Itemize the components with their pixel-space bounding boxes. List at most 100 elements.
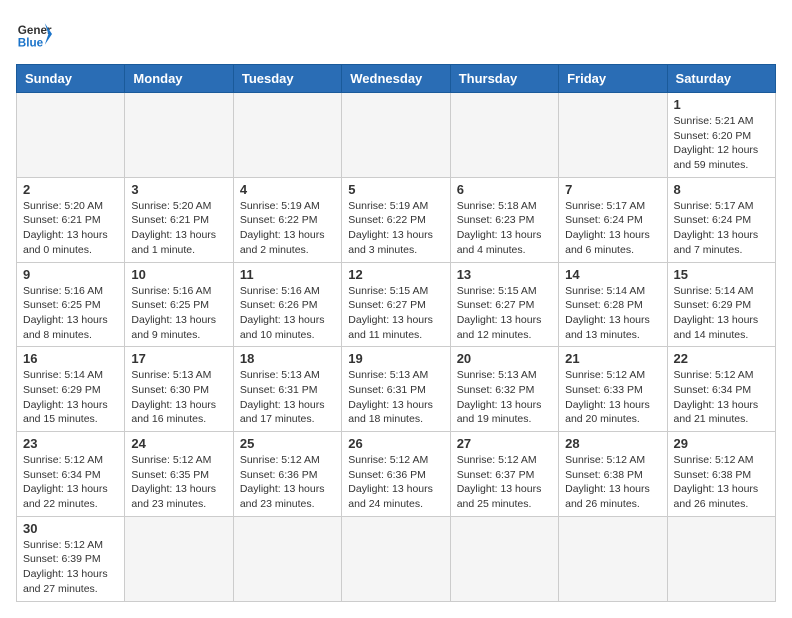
calendar-cell: 1 Sunrise: 5:21 AM Sunset: 6:20 PM Daylig…	[667, 93, 775, 178]
calendar-cell: 22 Sunrise: 5:12 AM Sunset: 6:34 PM Dayli…	[667, 347, 775, 432]
day-info: Sunrise: 5:13 AM Sunset: 6:32 PM Dayligh…	[457, 368, 552, 427]
day-info: Sunrise: 5:14 AM Sunset: 6:29 PM Dayligh…	[23, 368, 118, 427]
day-number: 4	[240, 182, 335, 197]
calendar-cell: 10 Sunrise: 5:16 AM Sunset: 6:25 PM Dayli…	[125, 262, 233, 347]
calendar-cell: 27 Sunrise: 5:12 AM Sunset: 6:37 PM Dayli…	[450, 432, 558, 517]
calendar-cell: 21Sunrise: 5:12 AM Sunset: 6:33 PM Dayli…	[559, 347, 667, 432]
calendar-week-row: 23 Sunrise: 5:12 AM Sunset: 6:34 PM Dayli…	[17, 432, 776, 517]
calendar-cell	[559, 93, 667, 178]
calendar-cell: 3Sunrise: 5:20 AM Sunset: 6:21 PM Daylig…	[125, 177, 233, 262]
day-info: Sunrise: 5:16 AM Sunset: 6:25 PM Dayligh…	[131, 284, 226, 343]
day-number: 23	[23, 436, 118, 451]
day-number: 30	[23, 521, 118, 536]
logo: General Blue	[16, 16, 56, 52]
day-number: 20	[457, 351, 552, 366]
calendar-cell: 13 Sunrise: 5:15 AM Sunset: 6:27 PM Dayli…	[450, 262, 558, 347]
calendar-cell	[450, 93, 558, 178]
calendar-week-row: 30 Sunrise: 5:12 AM Sunset: 6:39 PM Dayli…	[17, 516, 776, 601]
day-number: 11	[240, 267, 335, 282]
calendar-cell: 26 Sunrise: 5:12 AM Sunset: 6:36 PM Dayli…	[342, 432, 450, 517]
day-info: Sunrise: 5:17 AM Sunset: 6:24 PM Dayligh…	[565, 199, 660, 258]
calendar-cell-empty	[342, 516, 450, 601]
day-info: Sunrise: 5:21 AM Sunset: 6:20 PM Dayligh…	[674, 114, 769, 173]
day-number: 22	[674, 351, 769, 366]
day-info: Sunrise: 5:18 AM Sunset: 6:23 PM Dayligh…	[457, 199, 552, 258]
calendar-cell: 19 Sunrise: 5:13 AM Sunset: 6:31 PM Dayli…	[342, 347, 450, 432]
calendar-cell: 17Sunrise: 5:13 AM Sunset: 6:30 PM Dayli…	[125, 347, 233, 432]
calendar-cell: 15Sunrise: 5:14 AM Sunset: 6:29 PM Dayli…	[667, 262, 775, 347]
logo-icon: General Blue	[16, 16, 52, 52]
day-number: 25	[240, 436, 335, 451]
day-info: Sunrise: 5:20 AM Sunset: 6:21 PM Dayligh…	[131, 199, 226, 258]
day-number: 18	[240, 351, 335, 366]
weekday-header-sunday: Sunday	[17, 65, 125, 93]
calendar-cell: 25 Sunrise: 5:12 AM Sunset: 6:36 PM Dayli…	[233, 432, 341, 517]
calendar-week-row: 2Sunrise: 5:20 AM Sunset: 6:21 PM Daylig…	[17, 177, 776, 262]
day-info: Sunrise: 5:12 AM Sunset: 6:34 PM Dayligh…	[23, 453, 118, 512]
svg-text:General: General	[18, 24, 52, 37]
weekday-header-thursday: Thursday	[450, 65, 558, 93]
calendar-cell: 11Sunrise: 5:16 AM Sunset: 6:26 PM Dayli…	[233, 262, 341, 347]
calendar-cell	[17, 93, 125, 178]
calendar-cell: 24 Sunrise: 5:12 AM Sunset: 6:35 PM Dayli…	[125, 432, 233, 517]
calendar-cell-empty	[125, 516, 233, 601]
calendar-cell: 16 Sunrise: 5:14 AM Sunset: 6:29 PM Dayli…	[17, 347, 125, 432]
weekday-header-tuesday: Tuesday	[233, 65, 341, 93]
day-number: 14	[565, 267, 660, 282]
day-number: 8	[674, 182, 769, 197]
day-info: Sunrise: 5:19 AM Sunset: 6:22 PM Dayligh…	[240, 199, 335, 258]
day-number: 1	[674, 97, 769, 112]
day-number: 29	[674, 436, 769, 451]
calendar-cell: 2Sunrise: 5:20 AM Sunset: 6:21 PM Daylig…	[17, 177, 125, 262]
day-info: Sunrise: 5:13 AM Sunset: 6:31 PM Dayligh…	[240, 368, 335, 427]
day-info: Sunrise: 5:12 AM Sunset: 6:33 PM Dayligh…	[565, 368, 660, 427]
weekday-header-wednesday: Wednesday	[342, 65, 450, 93]
calendar-cell: 28 Sunrise: 5:12 AM Sunset: 6:38 PM Dayli…	[559, 432, 667, 517]
day-info: Sunrise: 5:12 AM Sunset: 6:39 PM Dayligh…	[23, 538, 118, 597]
day-number: 5	[348, 182, 443, 197]
day-info: Sunrise: 5:17 AM Sunset: 6:24 PM Dayligh…	[674, 199, 769, 258]
day-number: 26	[348, 436, 443, 451]
day-number: 10	[131, 267, 226, 282]
day-info: Sunrise: 5:12 AM Sunset: 6:34 PM Dayligh…	[674, 368, 769, 427]
day-number: 28	[565, 436, 660, 451]
calendar-cell-empty	[233, 516, 341, 601]
calendar-cell: 4 Sunrise: 5:19 AM Sunset: 6:22 PM Daylig…	[233, 177, 341, 262]
day-number: 16	[23, 351, 118, 366]
day-info: Sunrise: 5:12 AM Sunset: 6:37 PM Dayligh…	[457, 453, 552, 512]
calendar-week-row: 9Sunrise: 5:16 AM Sunset: 6:25 PM Daylig…	[17, 262, 776, 347]
day-number: 13	[457, 267, 552, 282]
day-number: 19	[348, 351, 443, 366]
calendar-cell: 30 Sunrise: 5:12 AM Sunset: 6:39 PM Dayli…	[17, 516, 125, 601]
day-number: 12	[348, 267, 443, 282]
day-info: Sunrise: 5:13 AM Sunset: 6:31 PM Dayligh…	[348, 368, 443, 427]
day-info: Sunrise: 5:12 AM Sunset: 6:38 PM Dayligh…	[565, 453, 660, 512]
calendar-cell	[233, 93, 341, 178]
calendar-cell: 6Sunrise: 5:18 AM Sunset: 6:23 PM Daylig…	[450, 177, 558, 262]
calendar-week-row: 1 Sunrise: 5:21 AM Sunset: 6:20 PM Daylig…	[17, 93, 776, 178]
calendar-cell: 9Sunrise: 5:16 AM Sunset: 6:25 PM Daylig…	[17, 262, 125, 347]
calendar-cell: 14Sunrise: 5:14 AM Sunset: 6:28 PM Dayli…	[559, 262, 667, 347]
day-info: Sunrise: 5:12 AM Sunset: 6:35 PM Dayligh…	[131, 453, 226, 512]
day-info: Sunrise: 5:12 AM Sunset: 6:36 PM Dayligh…	[240, 453, 335, 512]
day-number: 7	[565, 182, 660, 197]
weekday-header-monday: Monday	[125, 65, 233, 93]
calendar-cell: 5 Sunrise: 5:19 AM Sunset: 6:22 PM Daylig…	[342, 177, 450, 262]
calendar-cell: 23 Sunrise: 5:12 AM Sunset: 6:34 PM Dayli…	[17, 432, 125, 517]
day-info: Sunrise: 5:19 AM Sunset: 6:22 PM Dayligh…	[348, 199, 443, 258]
svg-text:Blue: Blue	[18, 37, 44, 50]
weekday-header-row: SundayMondayTuesdayWednesdayThursdayFrid…	[17, 65, 776, 93]
calendar-cell	[125, 93, 233, 178]
day-info: Sunrise: 5:12 AM Sunset: 6:36 PM Dayligh…	[348, 453, 443, 512]
day-info: Sunrise: 5:16 AM Sunset: 6:25 PM Dayligh…	[23, 284, 118, 343]
day-info: Sunrise: 5:14 AM Sunset: 6:29 PM Dayligh…	[674, 284, 769, 343]
calendar-table: SundayMondayTuesdayWednesdayThursdayFrid…	[16, 64, 776, 602]
day-number: 27	[457, 436, 552, 451]
weekday-header-friday: Friday	[559, 65, 667, 93]
day-info: Sunrise: 5:13 AM Sunset: 6:30 PM Dayligh…	[131, 368, 226, 427]
weekday-header-saturday: Saturday	[667, 65, 775, 93]
calendar-week-row: 16 Sunrise: 5:14 AM Sunset: 6:29 PM Dayli…	[17, 347, 776, 432]
day-info: Sunrise: 5:15 AM Sunset: 6:27 PM Dayligh…	[457, 284, 552, 343]
day-number: 24	[131, 436, 226, 451]
day-info: Sunrise: 5:12 AM Sunset: 6:38 PM Dayligh…	[674, 453, 769, 512]
